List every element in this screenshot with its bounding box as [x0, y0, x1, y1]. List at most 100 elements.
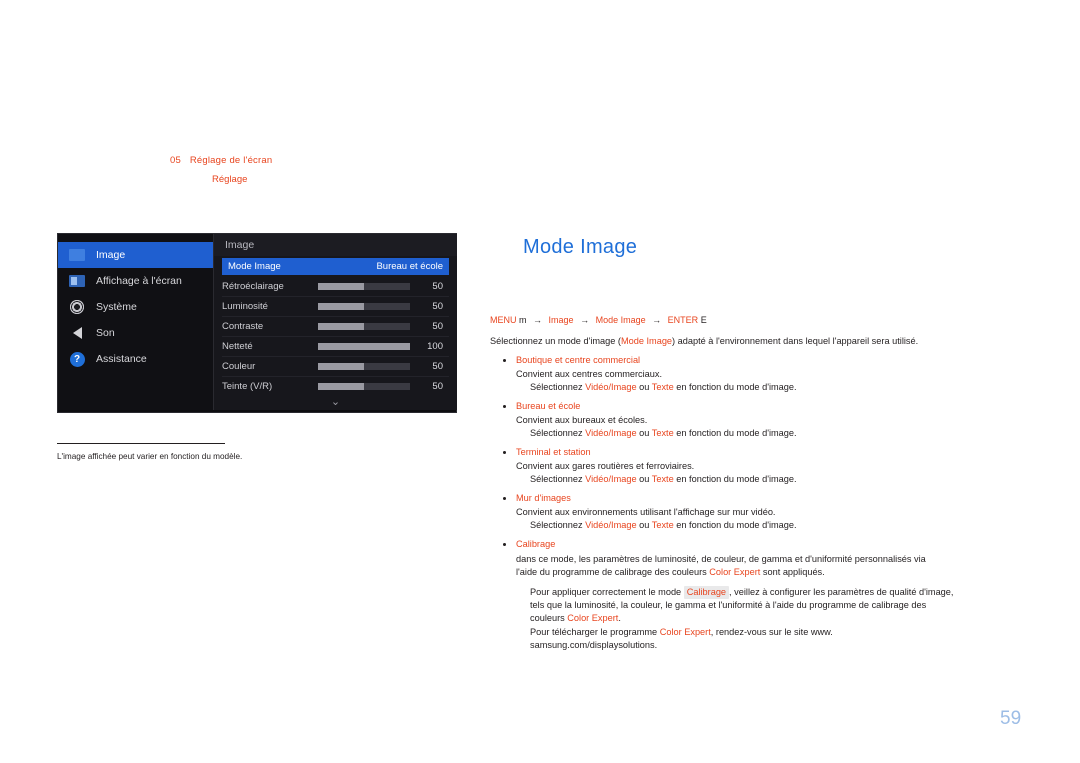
osd-item-label: Affichage à l'écran	[96, 275, 182, 287]
osd-detail-panel: Image Mode Image Bureau et école Rétroéc…	[213, 234, 457, 410]
osd-slider[interactable]	[318, 343, 410, 350]
path-arrow: →	[580, 315, 590, 325]
chevron-down-icon[interactable]: ⌄	[214, 395, 457, 408]
osd-mode-value: Bureau et école	[376, 261, 443, 272]
osd-setting-row[interactable]: Teinte (V/R) 50	[222, 377, 449, 396]
osd-slider[interactable]	[318, 363, 410, 370]
osd-setting-value: 100	[427, 341, 443, 352]
intro-post: ) adapté à l'environnement dans lequel l…	[672, 336, 919, 346]
mode-sub: Sélectionnez Vidéo/Image ou Texte en fon…	[516, 382, 1070, 392]
path-arrow: →	[533, 315, 543, 325]
osd-setting-row[interactable]: Contraste 50	[222, 317, 449, 337]
path-arrow: →	[652, 315, 662, 325]
calibration-line2-pre: l'aide du programme de calibrage des cou…	[516, 567, 710, 578]
note1-post: , veillez à configurer les paramètres de…	[729, 586, 954, 597]
help-icon: ?	[68, 350, 86, 368]
osd-item-sound[interactable]: Son	[58, 320, 213, 346]
osd-item-image[interactable]: Image	[58, 242, 213, 268]
list-item: Mur d'images Convient aux environnements…	[490, 493, 1070, 530]
osd-slider[interactable]	[318, 283, 410, 290]
path-e: E	[700, 315, 707, 325]
speaker-icon	[68, 324, 86, 342]
mode-sub-mid: ou	[636, 520, 652, 530]
page-number: 59	[1000, 708, 1022, 729]
mode-sub: Sélectionnez Vidéo/Image ou Texte en fon…	[516, 520, 1070, 530]
mode-sub: Sélectionnez Vidéo/Image ou Texte en fon…	[516, 474, 1070, 484]
gear-icon	[68, 298, 86, 316]
list-item-calibration: Calibrage dans ce mode, les paramètres d…	[490, 539, 1070, 652]
osd-setting-row[interactable]: Couleur 50	[222, 357, 449, 377]
osd-setting-label: Teinte (V/R)	[222, 381, 273, 392]
note4-post: , rendez-vous sur le site www.	[710, 626, 833, 637]
list-item: Terminal et station Convient aux gares r…	[490, 447, 1070, 484]
osd-setting-value: 50	[432, 381, 443, 392]
note3-color-expert: Color Expert	[567, 613, 619, 624]
osd-slider[interactable]	[318, 323, 410, 330]
mode-name: Calibrage	[516, 539, 556, 549]
osd-menu-list: Image Affichage à l'écran Système Son ? …	[58, 234, 213, 410]
osd-setting-row[interactable]: Netteté 100	[222, 337, 449, 357]
intro-pre: Sélectionnez un mode d'image (	[490, 336, 621, 346]
note3-post: .	[618, 613, 621, 624]
osd-item-label: Assistance	[96, 353, 147, 365]
osd-setting-label: Contraste	[222, 321, 264, 332]
mode-sub-option2: Texte	[651, 382, 674, 392]
mode-desc: Convient aux bureaux et écoles.	[516, 415, 648, 425]
osd-slider[interactable]	[318, 383, 410, 390]
osd-setting-value: 50	[432, 321, 443, 332]
note1-calibrage: Calibrage	[683, 585, 730, 600]
osd-setting-label: Luminosité	[222, 301, 268, 312]
path-image: Image	[548, 315, 574, 325]
osd-setting-value: 50	[432, 361, 443, 372]
osd-slider[interactable]	[318, 303, 410, 310]
osd-item-label: Image	[96, 249, 126, 261]
mode-sub-mid: ou	[636, 382, 652, 392]
chapter-number: 05	[170, 155, 181, 166]
osd-setting-label: Rétroéclairage	[222, 281, 284, 292]
osd-mode-label: Mode Image	[228, 261, 281, 272]
osd-item-support[interactable]: ? Assistance	[58, 346, 213, 372]
osd-item-label: Système	[96, 301, 137, 313]
note2: tels que la luminosité, la couleur, le g…	[530, 600, 927, 611]
mode-sub-option2: Texte	[651, 520, 674, 530]
osd-setting-value: 50	[432, 301, 443, 312]
osd-icon	[68, 272, 86, 290]
osd-setting-row[interactable]: Rétroéclairage 50	[222, 277, 449, 297]
page-title: Mode Image	[523, 236, 638, 258]
osd-setting-row[interactable]: Luminosité 50	[222, 297, 449, 317]
osd-setting-label: Couleur	[222, 361, 256, 372]
calibration-color-expert: Color Expert	[709, 567, 761, 578]
note1-pre: Pour appliquer correctement le mode	[530, 586, 684, 597]
mode-sub-post: en fonction du mode d'image.	[673, 474, 797, 484]
mode-sub-post: en fonction du mode d'image.	[673, 382, 797, 392]
calibration-line1: dans ce mode, les paramètres de luminosi…	[516, 554, 926, 564]
osd-item-system[interactable]: Système	[58, 294, 213, 320]
note5: samsung.com/displaysolutions.	[530, 640, 658, 651]
mode-sub-pre: Sélectionnez	[530, 382, 586, 392]
mode-sub-option1: Vidéo/Image	[585, 520, 637, 530]
mode-sub: Sélectionnez Vidéo/Image ou Texte en fon…	[516, 428, 1070, 438]
mode-sub-post: en fonction du mode d'image.	[673, 428, 797, 438]
osd-item-label: Son	[96, 327, 115, 339]
mode-sub-mid: ou	[636, 428, 652, 438]
mode-sub-option2: Texte	[651, 428, 674, 438]
intro-paragraph: Sélectionnez un mode d'image (Mode Image…	[490, 336, 1050, 346]
calibration-note: Pour appliquer correctement le mode Cali…	[516, 585, 1070, 653]
mode-sub-option2: Texte	[651, 474, 674, 484]
mode-desc: Convient aux centres commerciaux.	[516, 369, 663, 379]
mode-sub-pre: Sélectionnez	[530, 520, 586, 530]
mode-list: Boutique et centre commercial Convient a…	[490, 355, 1070, 661]
mode-name: Boutique et centre commercial	[516, 355, 641, 365]
mode-sub-pre: Sélectionnez	[530, 474, 586, 484]
intro-mode-image: Mode Image	[620, 336, 673, 346]
picture-icon	[68, 246, 86, 264]
note4-color-expert: Color Expert	[659, 626, 711, 637]
osd-item-osd[interactable]: Affichage à l'écran	[58, 268, 213, 294]
list-item: Bureau et école Convient aux bureaux et …	[490, 401, 1070, 438]
osd-mock: Image Affichage à l'écran Système Son ? …	[57, 233, 457, 413]
mode-sub-post: en fonction du mode d'image.	[673, 520, 797, 530]
osd-mode-row[interactable]: Mode Image Bureau et école	[222, 258, 449, 275]
mode-desc: Convient aux environnements utilisant l'…	[516, 507, 776, 517]
chapter-title: Réglage de l'écran	[189, 155, 273, 166]
mode-sub-option1: Vidéo/Image	[585, 382, 637, 392]
